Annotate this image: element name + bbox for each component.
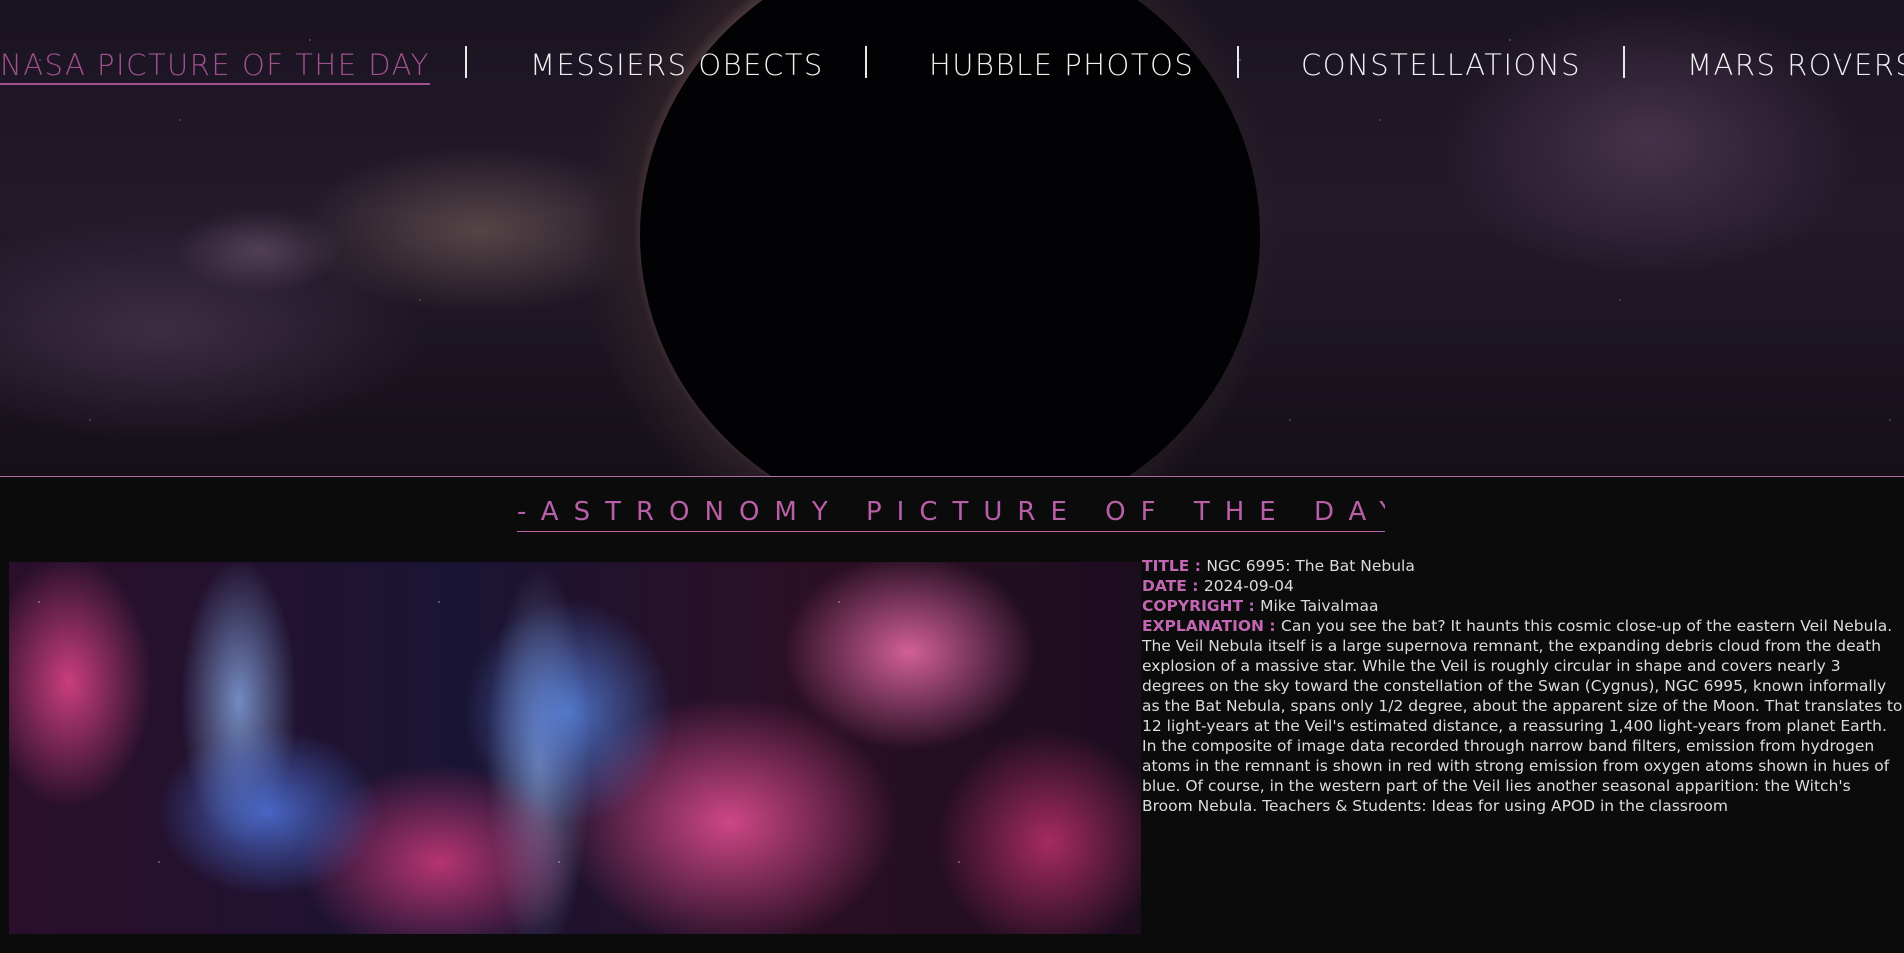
nav-item-hubble-photos[interactable]: HUBBLE PHOTOS bbox=[929, 48, 1194, 82]
apod-title-value: NGC 6995: The Bat Nebula bbox=[1206, 557, 1415, 575]
copyright-label: COPYRIGHT bbox=[1142, 597, 1244, 615]
apod-title-row: TITLE : NGC 6995: The Bat Nebula bbox=[1142, 557, 1415, 575]
nav-separator bbox=[1623, 46, 1625, 78]
nav-item-constellations[interactable]: CONSTELLATIONS bbox=[1301, 48, 1581, 82]
hero-banner: NASA PICTURE OF THE DAY MESSIERS OBECTS … bbox=[0, 0, 1904, 477]
nav-item-mars-rovers[interactable]: MARS ROVERS bbox=[1687, 48, 1904, 82]
explanation-label: EXPLANATION bbox=[1142, 617, 1265, 635]
top-navigation: NASA PICTURE OF THE DAY MESSIERS OBECTS … bbox=[0, 44, 1904, 94]
apod-explanation-row: EXPLANATION : Can you see the bat? It ha… bbox=[1142, 617, 1903, 815]
apod-image[interactable] bbox=[9, 562, 1141, 934]
apod-info-panel: TITLE : NGC 6995: The Bat Nebula DATE : … bbox=[1142, 556, 1904, 816]
apod-copyright-row: COPYRIGHT : Mike Taivalmaa bbox=[1142, 597, 1379, 615]
nav-separator bbox=[1237, 46, 1239, 78]
apod-copyright-value: Mike Taivalmaa bbox=[1260, 597, 1379, 615]
nav-item-nasa-picture-of-the-day[interactable]: NASA PICTURE OF THE DAY bbox=[0, 48, 430, 85]
title-label: TITLE bbox=[1142, 557, 1190, 575]
nav-item-messiers-objects[interactable]: MESSIERS OBECTS bbox=[530, 48, 824, 82]
date-label: DATE bbox=[1142, 577, 1187, 595]
apod-date-value: 2024-09-04 bbox=[1203, 577, 1294, 595]
nav-separator bbox=[465, 46, 467, 78]
apod-explanation-text: Can you see the bat? It haunts this cosm… bbox=[1142, 617, 1903, 815]
nav-separator bbox=[865, 46, 867, 78]
apod-date-row: DATE : 2024-09-04 bbox=[1142, 577, 1294, 595]
section-title: -ASTRONOMY PICTURE OF THE DAY- bbox=[517, 497, 1385, 532]
